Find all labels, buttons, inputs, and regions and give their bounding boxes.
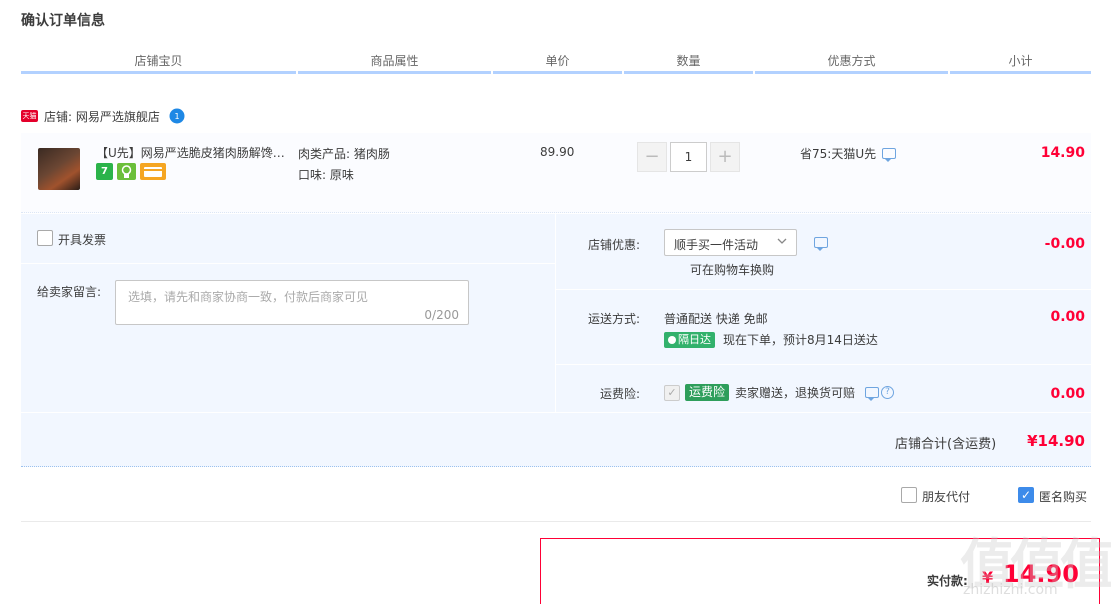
shop-discount-select[interactable]: 顺手买一件活动 bbox=[664, 229, 797, 256]
shipping-method: 普通配送 快递 免邮 bbox=[664, 312, 768, 326]
anonymous-label: 匿名购买 bbox=[1039, 490, 1088, 504]
attribute-flavor: 口味: 原味 bbox=[298, 168, 354, 182]
right-row-divider-1 bbox=[556, 289, 1091, 290]
right-row-divider-2 bbox=[556, 364, 1091, 365]
message-char-count: 0/200 bbox=[424, 308, 459, 322]
message-placeholder: 选填，请先和商家协商一致，付款后商家可见 bbox=[128, 290, 369, 304]
promo-info: 省75:天猫U先 bbox=[800, 145, 897, 162]
unit-price: 89.90 bbox=[540, 145, 575, 159]
col-header-attributes: 商品属性 bbox=[298, 52, 491, 74]
decrease-quantity-button[interactable]: − bbox=[637, 142, 667, 172]
help-icon[interactable]: ? bbox=[881, 386, 895, 399]
shop-discount-note: 可在购物车换购 bbox=[690, 263, 775, 277]
invoice-checkbox[interactable] bbox=[37, 230, 53, 246]
invoice-label: 开具发票 bbox=[58, 233, 107, 247]
col-header-discount: 优惠方式 bbox=[755, 52, 948, 74]
shop-line: 天猫 店铺: 网易严选旗舰店 1 bbox=[21, 107, 186, 125]
message-label: 给卖家留言: bbox=[37, 285, 102, 299]
tmall-icon: 天猫 bbox=[21, 110, 38, 122]
insurance-label: 运费险: bbox=[599, 387, 640, 401]
site-watermark-url: zhizhizhi.com bbox=[963, 582, 1058, 598]
insurance-badge: 运费险 bbox=[685, 384, 730, 401]
col-header-shop-item: 店铺宝贝 bbox=[21, 52, 296, 74]
panel-divider bbox=[555, 214, 556, 412]
shop-discount-selected: 顺手买一件活动 bbox=[674, 238, 759, 252]
shop-total-amount: ¥14.90 bbox=[1027, 432, 1085, 450]
shop-discount-label: 店铺优惠: bbox=[587, 238, 640, 252]
discount-chat-icon[interactable] bbox=[814, 237, 828, 251]
section-divider bbox=[21, 521, 1091, 522]
shipping-amount: 0.00 bbox=[1050, 309, 1085, 325]
next-day-badge: 隔日达 bbox=[664, 331, 715, 348]
quantity-input[interactable]: 1 bbox=[670, 142, 707, 172]
friend-pay-label: 朋友代付 bbox=[922, 490, 971, 504]
shop-total-label: 店铺合计(含运费) bbox=[895, 437, 997, 452]
shop-name-link[interactable]: 店铺: 网易严选旗舰店 bbox=[44, 108, 160, 125]
shop-discount-amount: -0.00 bbox=[1044, 236, 1085, 252]
insurance-checkbox[interactable]: ✓ bbox=[664, 385, 680, 401]
seller-message-input[interactable]: 选填，请先和商家协商一致，付款后商家可见 0/200 bbox=[115, 280, 469, 325]
item-subtotal: 14.90 bbox=[1040, 145, 1085, 161]
promo-chat-icon[interactable] bbox=[882, 148, 897, 162]
product-thumbnail[interactable] bbox=[38, 148, 80, 190]
left-row-divider bbox=[21, 263, 555, 264]
increase-quantity-button[interactable]: + bbox=[710, 142, 740, 172]
insurance-chat-icon[interactable] bbox=[865, 387, 880, 401]
insurance-line: 运费险 卖家赠送，退换货可赔 ? bbox=[685, 384, 895, 401]
seven-day-return-icon[interactable]: 7 bbox=[96, 163, 113, 180]
quantity-stepper: − 1 + bbox=[637, 142, 742, 172]
guarantee-icon[interactable] bbox=[117, 163, 136, 180]
attribute-type: 肉类产品: 猪肉肠 bbox=[298, 147, 390, 161]
col-header-quantity: 数量 bbox=[624, 52, 753, 74]
lightning-icon bbox=[668, 335, 676, 344]
promo-text: 省75:天猫U先 bbox=[800, 147, 877, 161]
insurance-amount: 0.00 bbox=[1050, 386, 1085, 402]
item-title-link[interactable]: 【U先】网易严选脆皮猪肉肠解馋零食 bbox=[96, 144, 291, 161]
shipping-label: 运送方式: bbox=[587, 312, 640, 326]
friend-pay-checkbox[interactable] bbox=[901, 487, 917, 503]
shipping-eta: 现在下单，预计8月14日送达 bbox=[723, 333, 878, 347]
insurance-desc: 卖家赠送，退换货可赔 bbox=[735, 386, 856, 400]
wangwang-chat-icon[interactable]: 1 bbox=[168, 108, 186, 124]
col-header-subtotal: 小计 bbox=[950, 52, 1091, 74]
col-header-unit-price: 单价 bbox=[493, 52, 622, 74]
credit-card-icon[interactable] bbox=[140, 163, 166, 180]
page-title: 确认订单信息 bbox=[21, 13, 105, 29]
shipping-eta-line: 隔日达 现在下单，预计8月14日送达 bbox=[664, 331, 878, 348]
anonymous-checkbox[interactable]: ✓ bbox=[1018, 487, 1034, 503]
svg-text:1: 1 bbox=[174, 112, 179, 121]
chevron-down-icon bbox=[776, 235, 788, 250]
